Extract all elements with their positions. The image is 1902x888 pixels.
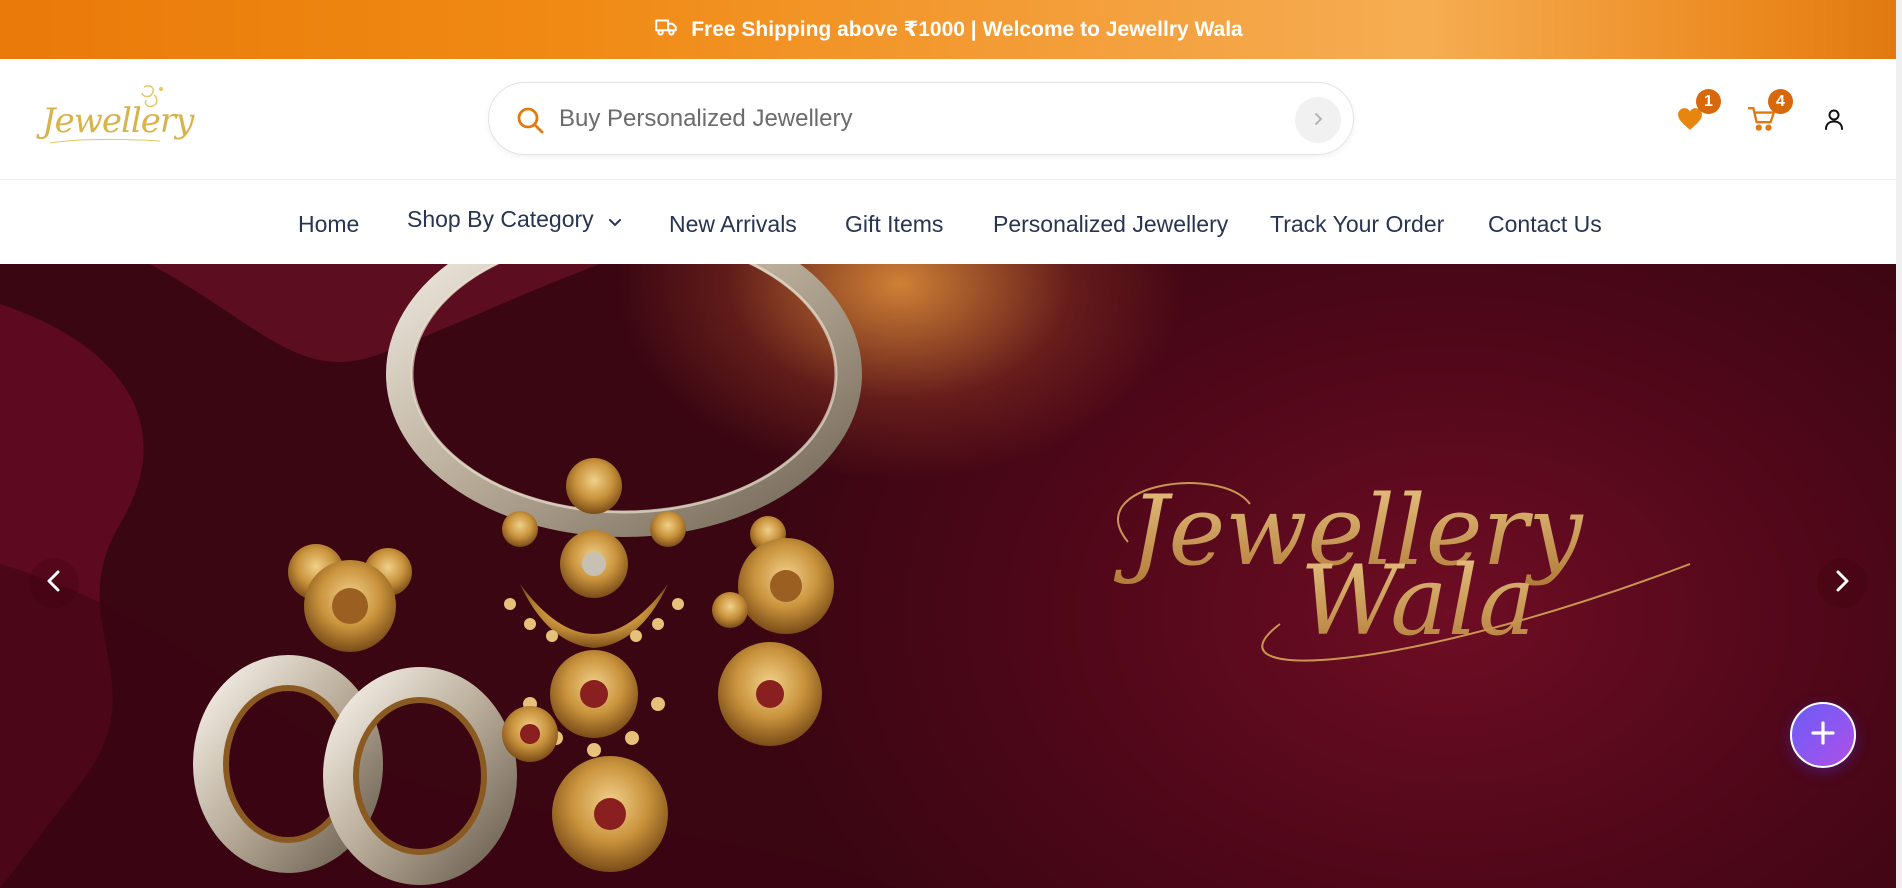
chevron-right-icon <box>1311 112 1325 129</box>
delivery-truck-icon <box>653 14 679 46</box>
page: Free Shipping above ₹1000 | Welcome to J… <box>0 0 1902 888</box>
nav-item-track-your-order[interactable]: Track Your Order <box>1270 211 1444 238</box>
site-header: Jewellery 1 <box>0 59 1896 180</box>
site-logo[interactable]: Jewellery <box>36 81 194 147</box>
plus-icon <box>1809 719 1837 752</box>
wishlist-button[interactable]: 1 <box>1675 89 1721 136</box>
hero-brand-line2: Wala <box>1300 545 1536 657</box>
announcement-bar: Free Shipping above ₹1000 | Welcome to J… <box>0 0 1896 59</box>
nav-item-personalized-jewellery[interactable]: Personalized Jewellery <box>993 211 1228 238</box>
cart-button[interactable]: 4 <box>1747 89 1793 136</box>
search-submit-button[interactable] <box>1295 97 1341 143</box>
search-bar <box>488 82 1354 155</box>
main-nav: Home Shop By Category New Arrivals Gift … <box>0 180 1896 264</box>
nav-item-contact-us[interactable]: Contact Us <box>1488 211 1602 238</box>
nav-item-label: Shop By Category <box>407 206 594 232</box>
slider-prev-button[interactable] <box>29 558 79 608</box>
jewellery-banner-image: Jewellery Wala <box>0 264 1691 888</box>
floating-action-button[interactable] <box>1790 702 1856 768</box>
chevron-right-icon <box>1832 569 1852 598</box>
heart-icon <box>1677 107 1703 136</box>
user-icon <box>1822 107 1846 136</box>
chevron-left-icon <box>44 569 64 598</box>
nav-item-shop-by-category[interactable]: Shop By Category <box>407 206 622 234</box>
search-input[interactable] <box>559 97 1249 141</box>
announcement-text: Free Shipping above ₹1000 | Welcome to J… <box>691 18 1243 41</box>
search-icon <box>515 105 545 135</box>
nav-item-gift-items[interactable]: Gift Items <box>845 211 943 238</box>
slider-next-button[interactable] <box>1817 558 1867 608</box>
chevron-down-icon <box>608 207 622 234</box>
logo-text: Jewellery <box>42 101 194 141</box>
cart-count-badge: 4 <box>1768 89 1793 114</box>
hero-banner[interactable]: Jewellery Wala <box>0 264 1896 888</box>
nav-item-new-arrivals[interactable]: New Arrivals <box>669 211 797 238</box>
wishlist-count-badge: 1 <box>1696 89 1721 114</box>
nav-item-home[interactable]: Home <box>298 211 359 238</box>
vertical-scrollbar[interactable] <box>1896 0 1902 888</box>
account-button[interactable] <box>1819 106 1849 136</box>
